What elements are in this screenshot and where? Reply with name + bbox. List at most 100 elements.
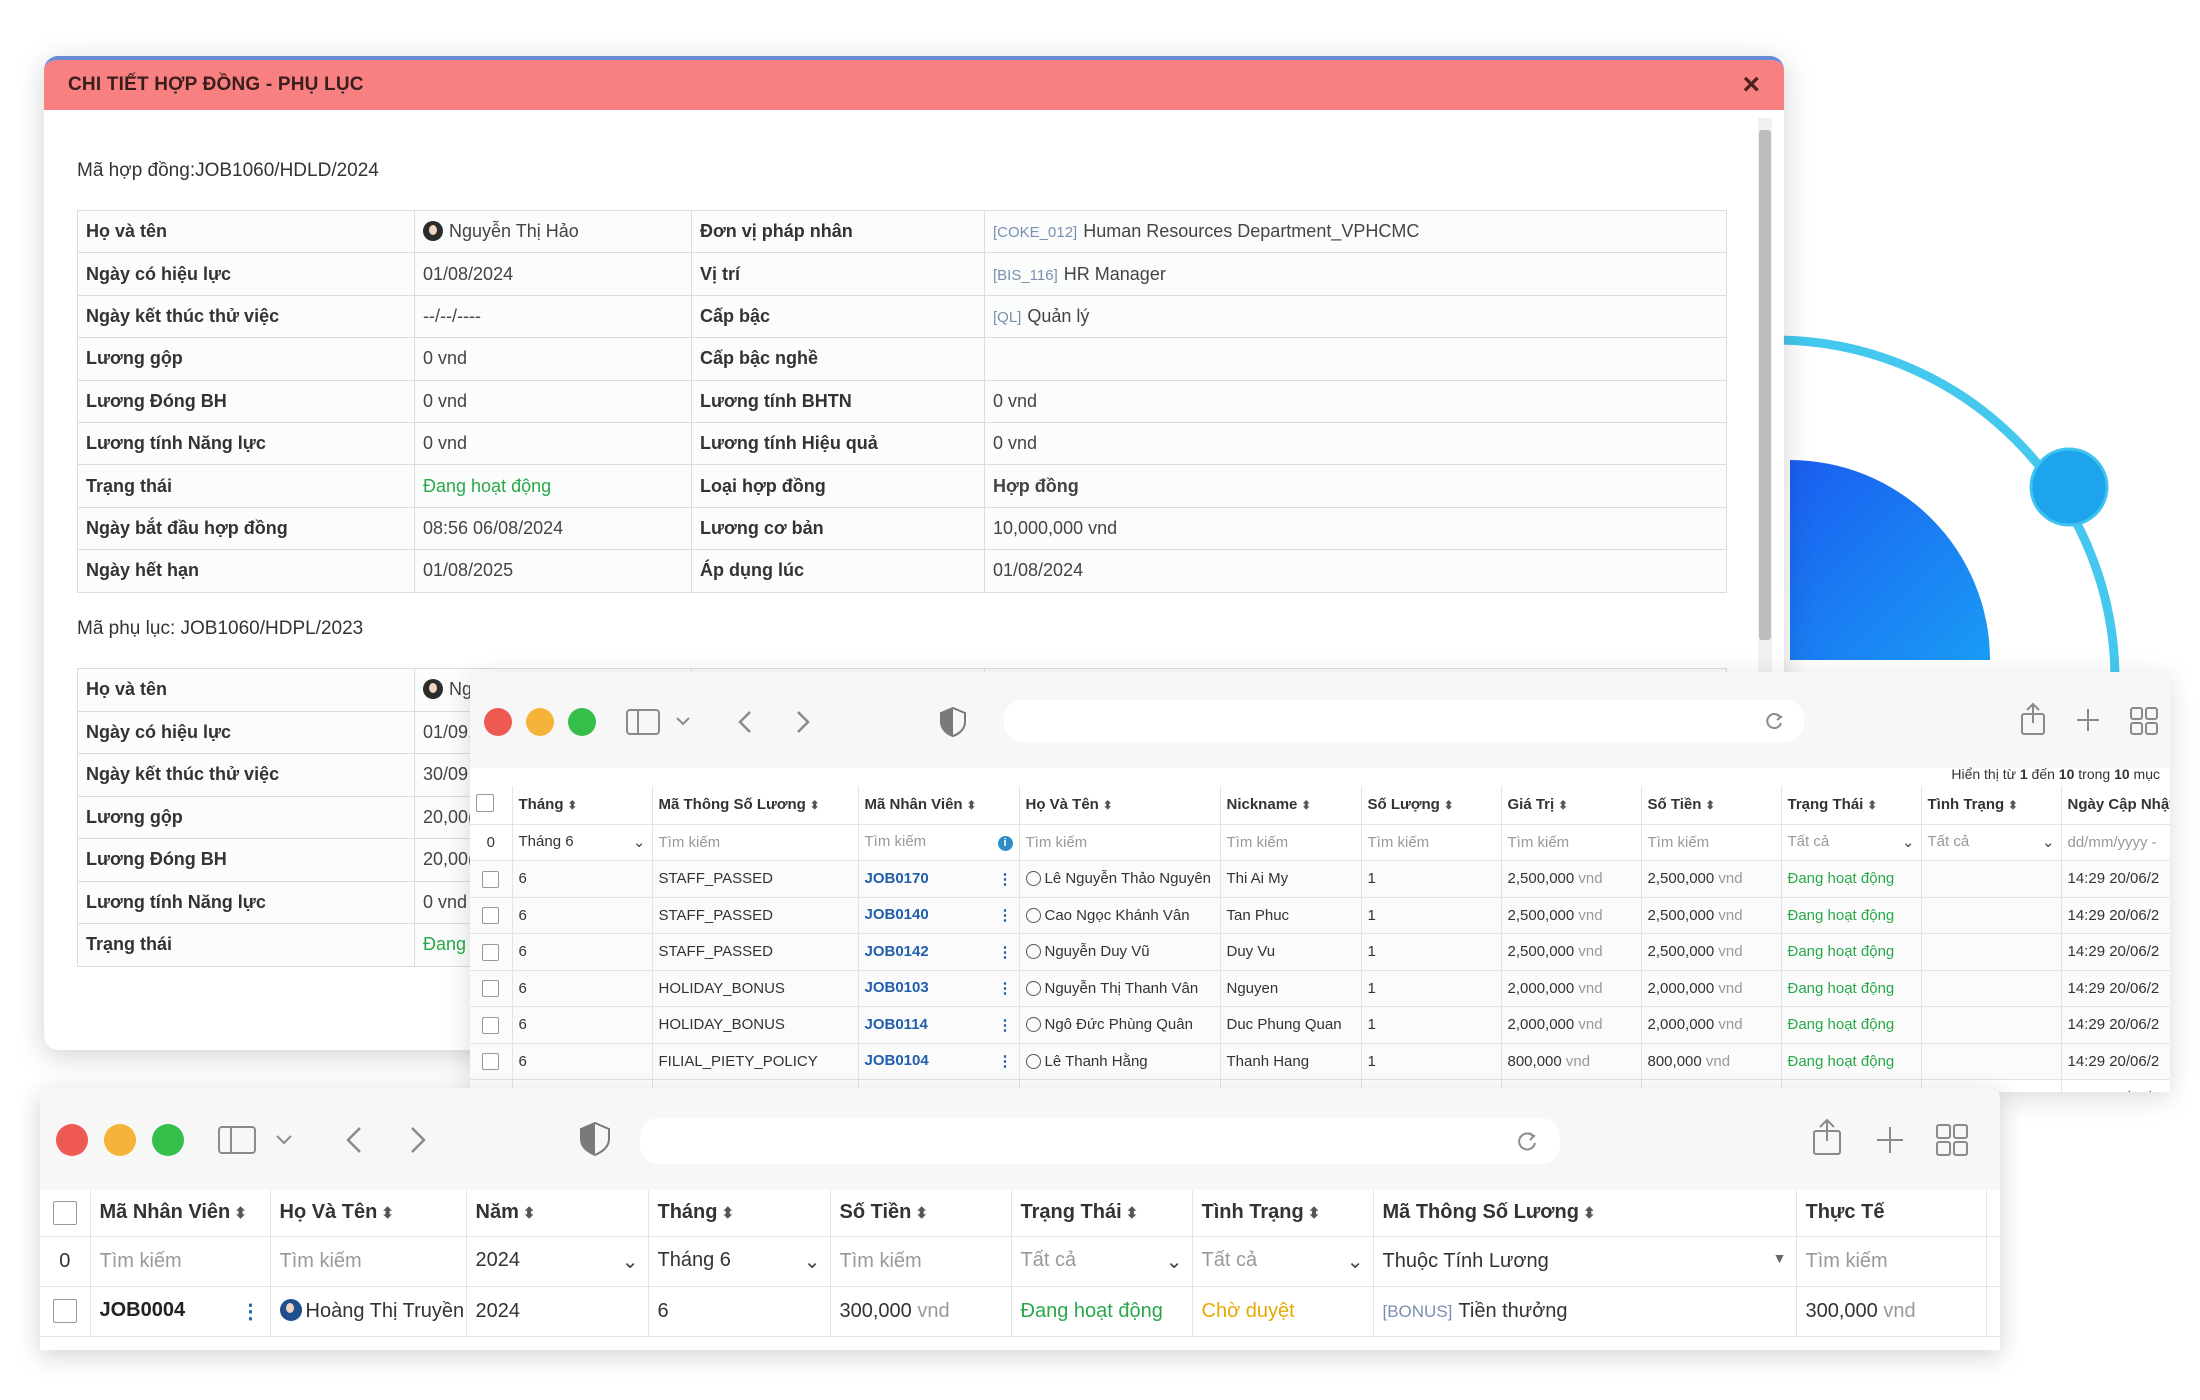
sort-icon[interactable]: ⬍: [810, 800, 819, 812]
table-row[interactable]: 6 STAFF_PASSED JOB0140 ⋮ Cao Ngọc Khánh Vân T…: [470, 897, 2170, 934]
new-tab-icon[interactable]: [2076, 708, 2100, 732]
column-header[interactable]: Năm ⬍: [466, 1190, 649, 1237]
minimize-window-button[interactable]: [526, 708, 554, 736]
column-header[interactable]: Họ Và Tên ⬍: [1019, 786, 1221, 825]
chevron-down-icon[interactable]: ⌄: [1166, 1249, 1183, 1274]
back-icon[interactable]: [346, 1126, 362, 1154]
filter-cell[interactable]: Tìm kiếm: [1019, 824, 1221, 861]
employee-link[interactable]: JOB0104: [865, 1052, 929, 1069]
chevron-down-icon[interactable]: ⌄: [1902, 833, 1915, 851]
chevron-down-icon[interactable]: ⌄: [622, 1249, 639, 1274]
column-header[interactable]: Họ Và Tên ⬍: [270, 1190, 467, 1237]
sort-icon[interactable]: ⬍: [568, 800, 577, 812]
month-filter[interactable]: Tháng 6: [658, 1249, 731, 1271]
column-header[interactable]: Giá Trị ⬍: [1501, 786, 1642, 825]
row-checkbox-cell[interactable]: [470, 1043, 513, 1080]
status-select[interactable]: Tất cả: [1788, 833, 1830, 850]
search-filter[interactable]: Tìm kiếm: [1648, 834, 1710, 851]
select-all-checkbox[interactable]: [476, 793, 494, 812]
sort-icon[interactable]: ⬍: [1103, 800, 1112, 812]
table-row[interactable]: JOB0004 ⋮ Hoàng Thị Truyền 2024 6 300,000 vnd…: [40, 1286, 2000, 1337]
row-checkbox[interactable]: [482, 907, 500, 925]
chevron-down-icon[interactable]: ⌄: [1347, 1249, 1364, 1274]
sort-icon[interactable]: ⬍: [381, 1205, 394, 1222]
employee-link[interactable]: JOB0140: [865, 906, 929, 923]
row-checkbox[interactable]: [482, 1016, 500, 1034]
table-row[interactable]: 6 HOLIDAY_BONUS JOB0114 ⋮ Ngô Đức Phùng Quân…: [470, 1006, 2170, 1044]
employee-code[interactable]: JOB0004: [100, 1299, 186, 1321]
close-icon[interactable]: ×: [1742, 70, 1760, 100]
maximize-window-button[interactable]: [152, 1124, 184, 1156]
column-header[interactable]: Ngày Cập Nhật: [2061, 786, 2170, 825]
all-filter[interactable]: Tất cả: [1021, 1249, 1077, 1271]
column-header[interactable]: Mã Nhân Viên ⬍: [858, 786, 1020, 825]
sort-icon[interactable]: ⬍: [2008, 800, 2017, 812]
column-header[interactable]: Số Lượng ⬍: [1361, 786, 1502, 825]
column-header[interactable]: Trạng Thái ⬍: [1011, 1190, 1193, 1237]
filter-cell[interactable]: Tháng 6 ⌄: [648, 1236, 831, 1287]
employee-link[interactable]: JOB0114: [865, 1016, 928, 1033]
column-header[interactable]: Số Tiền ⬍: [1641, 786, 1782, 825]
forward-icon[interactable]: [410, 1126, 426, 1154]
select-all-checkbox-cell[interactable]: [40, 1190, 91, 1237]
chevron-down-icon[interactable]: ⌄: [804, 1249, 821, 1274]
filter-cell[interactable]: Tìm kiếm: [652, 824, 859, 861]
tab-overview-icon[interactable]: [1936, 1124, 1968, 1156]
address-bar[interactable]: [640, 1118, 1560, 1164]
sort-icon[interactable]: ⬍: [234, 1205, 247, 1222]
search-filter[interactable]: Tìm kiếm: [865, 833, 927, 850]
filter-cell[interactable]: Tất cả ⌄: [1192, 1236, 1374, 1287]
more-options-icon[interactable]: ⋮: [998, 943, 1013, 961]
sidebar-icon[interactable]: [218, 1126, 256, 1154]
reload-icon[interactable]: [1764, 711, 1784, 731]
sort-icon[interactable]: ⬍: [915, 1205, 928, 1222]
maximize-window-button[interactable]: [568, 708, 596, 736]
column-header[interactable]: Mã Nhân Viên ⬍: [90, 1190, 271, 1237]
sort-icon[interactable]: ⬍: [1705, 800, 1714, 812]
column-header[interactable]: Mã Thông Số Lương ⬍: [1373, 1190, 1797, 1237]
info-icon[interactable]: i: [997, 836, 1013, 852]
row-checkbox[interactable]: [482, 1053, 500, 1071]
sort-icon[interactable]: ⬍: [523, 1205, 536, 1222]
search-filter[interactable]: Tìm kiếm: [1806, 1250, 1888, 1272]
search-filter[interactable]: Tìm kiếm: [100, 1250, 182, 1272]
table-row[interactable]: 6 STAFF_PASSED JOB0142 ⋮ Nguyễn Duy Vũ Duy Vu…: [470, 933, 2170, 971]
filter-cell[interactable]: Tìm kiếm: [1796, 1236, 1987, 1287]
share-icon[interactable]: [1812, 1118, 1842, 1156]
param-filter[interactable]: Thuộc Tính Lương: [1383, 1250, 1549, 1272]
status-select[interactable]: Tất cả: [1928, 833, 1970, 850]
sort-icon[interactable]: ⬍: [1444, 800, 1453, 812]
row-checkbox-cell[interactable]: [470, 970, 513, 1007]
more-options-icon[interactable]: ⋮: [241, 1299, 261, 1324]
select-all-checkbox-cell[interactable]: [470, 786, 513, 825]
more-options-icon[interactable]: ⋮: [998, 1016, 1013, 1034]
shield-icon[interactable]: [580, 1122, 610, 1156]
filter-cell[interactable]: Tháng 6 ⌄: [512, 824, 653, 861]
column-header[interactable]: Tháng ⬍: [512, 786, 653, 825]
row-checkbox[interactable]: [482, 980, 500, 998]
filter-cell[interactable]: Thuộc Tính Lương ▼: [1373, 1236, 1797, 1287]
filter-cell[interactable]: 2024 ⌄: [466, 1236, 649, 1287]
all-filter[interactable]: Tất cả: [1202, 1249, 1258, 1271]
share-icon[interactable]: [2020, 702, 2046, 736]
filter-cell[interactable]: Tìm kiếm: [1220, 824, 1362, 861]
new-tab-icon[interactable]: [1876, 1126, 1904, 1154]
column-header[interactable]: Số Tiền ⬍: [830, 1190, 1012, 1237]
search-filter[interactable]: Tìm kiếm: [280, 1250, 362, 1272]
search-filter[interactable]: Tìm kiếm: [1227, 834, 1289, 851]
scrollbar-thumb[interactable]: [1759, 130, 1771, 640]
filter-cell[interactable]: Tìm kiếm: [830, 1236, 1012, 1287]
caret-down-icon[interactable]: ▼: [1773, 1250, 1787, 1266]
sort-icon[interactable]: ⬍: [1301, 800, 1310, 812]
filter-cell[interactable]: Tất cả ⌄: [1921, 824, 2062, 861]
row-checkbox-cell[interactable]: [40, 1286, 91, 1337]
reload-icon[interactable]: [1516, 1130, 1538, 1152]
year-filter[interactable]: 2024: [476, 1249, 521, 1271]
sort-icon[interactable]: ⬍: [1308, 1205, 1321, 1222]
row-checkbox-cell[interactable]: [470, 897, 513, 934]
tab-overview-icon[interactable]: [2130, 707, 2158, 735]
shield-icon[interactable]: [940, 707, 966, 737]
chevron-down-icon[interactable]: [276, 1134, 292, 1145]
employee-link[interactable]: JOB0103: [865, 979, 929, 996]
forward-icon[interactable]: [796, 710, 810, 734]
